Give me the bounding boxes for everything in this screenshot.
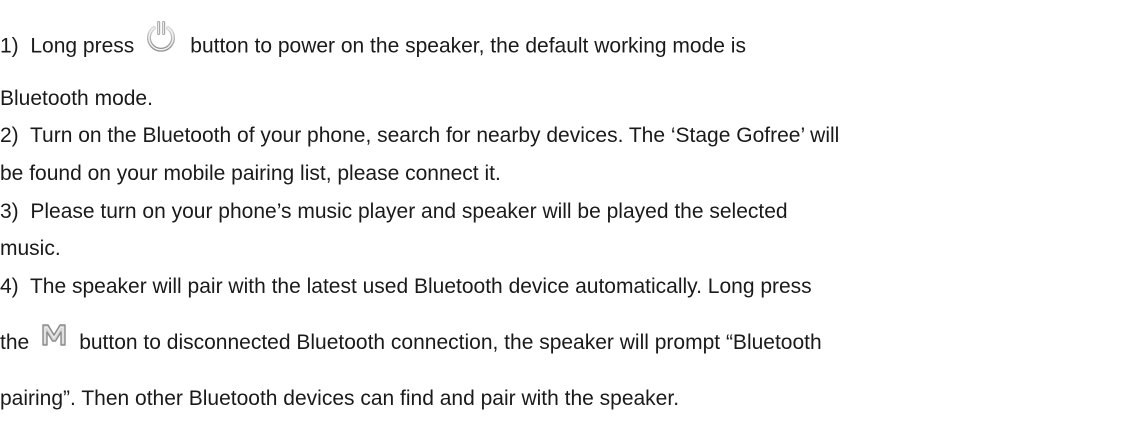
instruction-4-text-after-icon: button to disconnected Bluetooth connect… [79, 331, 822, 354]
instruction-1-text-after-icon: button to power on the speaker, the defa… [190, 34, 746, 58]
instruction-2-number: 2) [0, 124, 19, 147]
instruction-3-line-2: music. [0, 237, 61, 260]
instruction-1-text-before-icon: Long press [30, 34, 135, 58]
instruction-3-number: 3) [0, 200, 19, 223]
instruction-4-text-before-icon: the [0, 331, 30, 354]
instruction-4-line-1: 4) The speaker will pair with the latest… [0, 274, 812, 300]
instruction-1-line-1: 1) Long press button to power on the spe… [0, 21, 746, 64]
instruction-4-text: The speaker will pair with the latest us… [29, 275, 812, 298]
instruction-2-line-1: 2) Turn on the Bluetooth of your phone, … [0, 123, 839, 149]
instruction-4-line-3: pairing”. Then other Bluetooth devices c… [0, 387, 680, 410]
instruction-2-text: Turn on the Bluetooth of your phone, sea… [29, 124, 840, 147]
instruction-4-line-2: the button to disconnected Bluetooth con… [0, 324, 822, 356]
instruction-3-text: Please turn on your phone’s music player… [30, 200, 788, 223]
instruction-1-number: 1) [0, 34, 19, 58]
instruction-3-line-1: 3) Please turn on your phone’s music pla… [0, 199, 788, 225]
instruction-document: 1) Long press button to power on the spe… [0, 0, 1128, 444]
instruction-4-number: 4) [0, 275, 19, 298]
m-mode-icon [41, 323, 67, 347]
instruction-2-line-2: be found on your mobile pairing list, pl… [0, 162, 501, 185]
instruction-1-line-2: Bluetooth mode. [0, 87, 153, 110]
power-icon [144, 20, 178, 54]
